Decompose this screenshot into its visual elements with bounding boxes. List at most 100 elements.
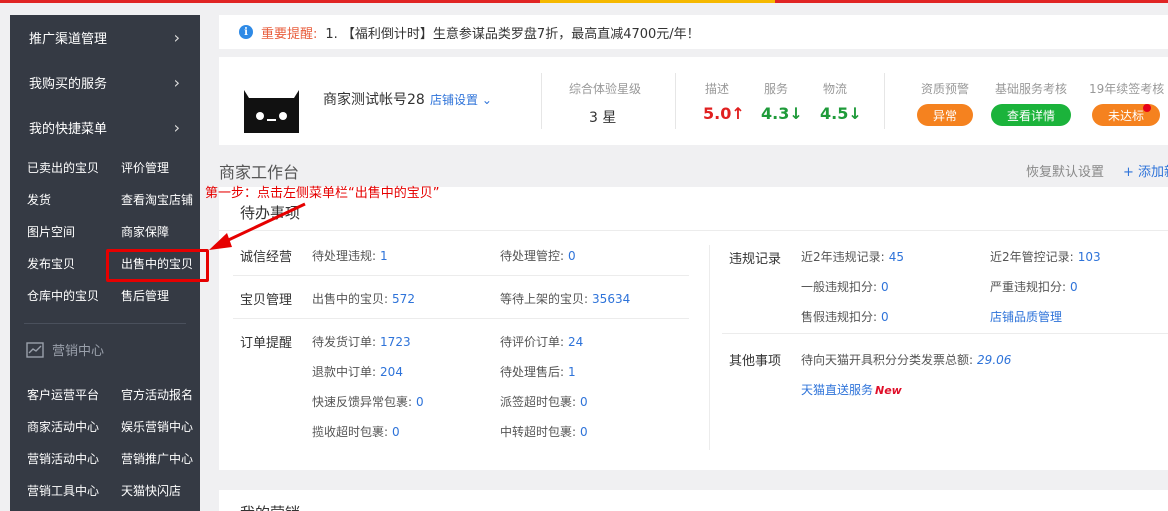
todo-item[interactable]: 待评价订单: 24 xyxy=(500,333,583,350)
todo-item-value: 0 xyxy=(568,249,576,263)
sidebar-section-label: 我的快捷菜单 xyxy=(29,122,108,137)
shop-quality-link[interactable]: 店铺品质管理 xyxy=(990,308,1062,325)
category-goods: 宝贝管理 xyxy=(240,293,293,308)
todo-item[interactable]: 近2年违规记录: 45 xyxy=(801,248,904,265)
annotation-text: 第一步：点击左侧菜单栏“出售中的宝贝” xyxy=(205,186,440,201)
check-qualification-badge[interactable]: 异常 xyxy=(917,104,973,126)
marketing-activity-center[interactable]: 营销活动中心 xyxy=(27,450,99,467)
todo-item-value: 0 xyxy=(416,395,424,409)
todo-item-label: 退款中订单: xyxy=(312,365,377,379)
marketing-center-label: 营销中心 xyxy=(52,344,105,359)
todo-item-value: 0 xyxy=(580,395,588,409)
marketing-flash-store[interactable]: 天猫快闪店 xyxy=(121,482,181,499)
new-badge: New xyxy=(875,384,902,397)
todo-item-label: 待处理违规: xyxy=(312,249,377,263)
todo-item[interactable]: 严重违规扣分: 0 xyxy=(990,278,1078,295)
todo-item[interactable]: 待处理管控: 0 xyxy=(500,247,576,264)
todo-item-value: 35634 xyxy=(592,292,631,306)
chevron-right-icon: › xyxy=(173,28,180,47)
reset-default-button[interactable]: 恢复默认设置 xyxy=(1026,161,1104,180)
todo-item-label: 待向天猫开具积分分类发票总额: xyxy=(801,353,974,367)
top-accent-segment xyxy=(540,0,775,3)
check-qualification-label: 资质预警 xyxy=(921,82,970,96)
column-divider xyxy=(709,245,710,450)
marketing-entertainment[interactable]: 娱乐营销中心 xyxy=(121,418,193,435)
row-divider xyxy=(722,333,1168,334)
shortcut-sold-items[interactable]: 已卖出的宝贝 xyxy=(27,159,99,176)
shortcut-merchant-guarantee[interactable]: 商家保障 xyxy=(121,223,169,240)
shortcut-view-shop[interactable]: 查看淘宝店铺 xyxy=(121,191,193,208)
metric-desc-label: 描述 xyxy=(705,82,730,96)
shortcut-after-sales[interactable]: 售后管理 xyxy=(121,287,169,304)
todo-title: 待办事项 xyxy=(240,204,301,222)
todo-item[interactable]: 揽收超时包裹: 0 xyxy=(312,423,400,440)
category-other: 其他事项 xyxy=(729,354,782,369)
add-new-button[interactable]: + 添加新 xyxy=(1123,161,1168,180)
chevron-right-icon: › xyxy=(173,118,180,137)
marketing-merchant-events[interactable]: 商家活动中心 xyxy=(27,418,99,435)
notice-text[interactable]: 1. 【福利倒计时】生意参谋品类罗盘7折，最高直减4700元/年！ xyxy=(325,23,699,42)
metric-logistics-value: 4.5↓ xyxy=(820,104,862,123)
notice-label: 重要提醒: xyxy=(261,26,318,42)
todo-panel: 待办事项 诚信经营 待处理违规: 1 待处理管控: 0 宝贝管理 出售中的宝贝: 57… xyxy=(219,187,1168,470)
todo-item-value: 204 xyxy=(380,365,403,379)
todo-item[interactable]: 中转超时包裹: 0 xyxy=(500,423,588,440)
notice-bar: i 重要提醒: 1. 【福利倒计时】生意参谋品类罗盘7折，最高直减4700元/年… xyxy=(219,15,1168,49)
todo-item[interactable]: 待处理售后: 1 xyxy=(500,363,576,380)
metric-service-value: 4.3↓ xyxy=(761,104,803,123)
todo-item-value: 0 xyxy=(580,425,588,439)
shortcut-ship[interactable]: 发货 xyxy=(27,191,51,208)
chevron-right-icon: › xyxy=(173,73,180,92)
marketing-promotion-center[interactable]: 营销推广中心 xyxy=(121,450,193,467)
todo-item-value: 0 xyxy=(1070,280,1078,294)
marketing-tools-center[interactable]: 营销工具中心 xyxy=(27,482,99,499)
check-renewal-label: 19年续签考核 xyxy=(1089,82,1165,96)
shop-settings-label: 店铺设置 xyxy=(430,93,479,107)
todo-item-label: 等待上架的宝贝: xyxy=(500,292,589,306)
todo-item[interactable]: 一般违规扣分: 0 xyxy=(801,278,889,295)
marketing-official-events[interactable]: 官方活动报名 xyxy=(121,386,193,403)
divider xyxy=(541,73,542,129)
todo-item-value: 572 xyxy=(392,292,415,306)
my-marketing-title: 我的营销 xyxy=(240,502,300,511)
shortcut-warehouse-items[interactable]: 仓库中的宝贝 xyxy=(27,287,99,304)
todo-item[interactable]: 待处理违规: 1 xyxy=(312,247,388,264)
metric-logistics-label: 物流 xyxy=(823,82,848,96)
marketing-customer-ops[interactable]: 客户运营平台 xyxy=(27,386,99,403)
todo-item[interactable]: 出售中的宝贝: 572 xyxy=(312,290,415,307)
todo-item[interactable]: 快速反馈异常包裹: 0 xyxy=(312,393,424,410)
check-basic-service-badge[interactable]: 查看详情 xyxy=(991,104,1071,126)
todo-item[interactable]: 退款中订单: 204 xyxy=(312,363,403,380)
sidebar-section-promotion[interactable]: 推广渠道管理 › xyxy=(10,15,200,60)
marketing-center-title[interactable]: 营销中心 xyxy=(26,340,104,359)
workbench-title: 商家工作台 xyxy=(219,163,300,182)
todo-item[interactable]: 待发货订单: 1723 xyxy=(312,333,411,350)
todo-item-label: 严重违规扣分: xyxy=(990,280,1067,294)
alert-dot xyxy=(1143,104,1151,112)
my-marketing-panel: 我的营销 xyxy=(219,490,1168,511)
tmall-direct-link[interactable]: 天猫直送服务 New xyxy=(801,381,902,398)
todo-item[interactable]: 近2年管控记录: 103 xyxy=(990,248,1101,265)
todo-item[interactable]: 等待上架的宝贝: 35634 xyxy=(500,290,630,307)
todo-item-label: 中转超时包裹: xyxy=(500,425,577,439)
account-name: 商家测试帐号28 xyxy=(323,92,425,108)
divider xyxy=(884,73,885,129)
sidebar-section-shortcuts[interactable]: 我的快捷菜单 › xyxy=(10,105,200,150)
todo-item[interactable]: 待向天猫开具积分分类发票总额: 29.06 xyxy=(801,351,1011,368)
check-basic-service-label: 基础服务考核 xyxy=(995,82,1068,96)
todo-item-label: 待发货订单: xyxy=(312,335,377,349)
shortcut-publish-item[interactable]: 发布宝贝 xyxy=(27,255,75,272)
todo-item-label: 揽收超时包裹: xyxy=(312,425,389,439)
todo-item[interactable]: 派签超时包裹: 0 xyxy=(500,393,588,410)
info-icon: i xyxy=(239,25,253,39)
todo-item-value: 1 xyxy=(568,365,576,379)
shop-settings-link[interactable]: 店铺设置 ⌄ xyxy=(430,91,492,108)
sidebar-section-services[interactable]: 我购买的服务 › xyxy=(10,60,200,105)
todo-item[interactable]: 售假违规扣分: 0 xyxy=(801,308,889,325)
shortcut-reviews[interactable]: 评价管理 xyxy=(121,159,169,176)
row-divider xyxy=(233,318,689,319)
todo-item-value: 45 xyxy=(888,250,904,264)
todo-item-value: 24 xyxy=(568,335,584,349)
account-card: 商家测试帐号28 店铺设置 ⌄ 综合体验星级 3 星 描述 5.0↑ 服务 4.… xyxy=(219,57,1168,145)
shortcut-image-space[interactable]: 图片空间 xyxy=(27,223,75,240)
